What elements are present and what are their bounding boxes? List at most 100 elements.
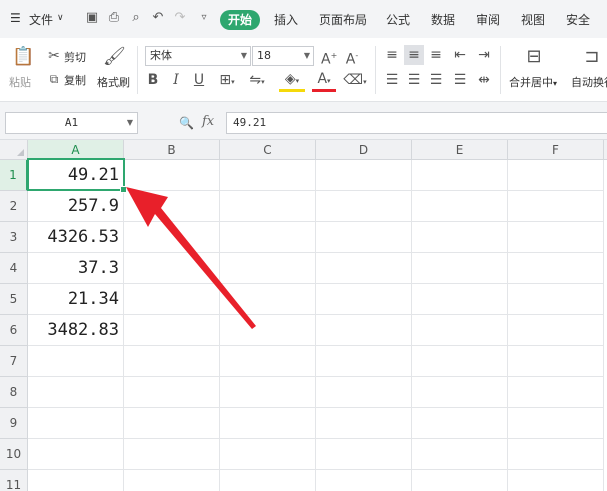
row-header-9[interactable]: 9 xyxy=(0,408,28,439)
cell-b5[interactable] xyxy=(124,284,220,315)
cell-b9[interactable] xyxy=(124,408,220,439)
justify-icon[interactable]: ☰ xyxy=(452,72,468,88)
tab-security[interactable]: 安全 xyxy=(566,11,590,28)
wrap-text-button[interactable]: 自动换行 xyxy=(571,74,607,90)
cell-b6[interactable] xyxy=(124,315,220,346)
name-box[interactable]: A1 ▼ xyxy=(5,112,138,134)
copy-button[interactable]: 复制 xyxy=(64,72,86,88)
cell-b4[interactable] xyxy=(124,253,220,284)
align-middle-icon[interactable]: ≡ xyxy=(404,45,424,65)
cell-d1[interactable] xyxy=(316,160,412,191)
print-preview-icon[interactable]: ⌕ xyxy=(128,10,144,26)
cell-e6[interactable] xyxy=(412,315,508,346)
cell-c2[interactable] xyxy=(220,191,316,222)
column-header-d[interactable]: D xyxy=(316,140,412,160)
file-menu[interactable]: 文件 xyxy=(29,11,53,28)
cell-e2[interactable] xyxy=(412,191,508,222)
wrap-text-icon[interactable]: ⊐ xyxy=(581,46,603,68)
bold-button[interactable]: B xyxy=(146,72,160,88)
underline-button[interactable]: U xyxy=(192,72,206,88)
merge-center-icon[interactable]: ⊟ xyxy=(523,46,545,68)
save-icon[interactable]: ▣ xyxy=(84,10,100,26)
paste-icon[interactable]: 📋 xyxy=(12,46,34,68)
fill-format-icon[interactable]: ⇋▾ xyxy=(245,72,269,90)
cell-b10[interactable] xyxy=(124,439,220,470)
cell-c10[interactable] xyxy=(220,439,316,470)
cell-d9[interactable] xyxy=(316,408,412,439)
decrease-indent-icon[interactable]: ⇤ xyxy=(452,47,468,63)
redo-icon[interactable]: ↷ xyxy=(172,10,188,26)
cell-c11[interactable] xyxy=(220,470,316,491)
align-left-icon[interactable]: ☰ xyxy=(384,72,400,88)
cut-button[interactable]: 剪切 xyxy=(64,49,86,65)
undo-icon[interactable]: ↶ xyxy=(150,10,166,26)
font-name-select[interactable]: 宋体 ▼ xyxy=(145,46,251,66)
format-painter-icon[interactable]: 🖌 xyxy=(103,46,126,68)
cell-f2[interactable] xyxy=(508,191,604,222)
cell-d3[interactable] xyxy=(316,222,412,253)
cell-f7[interactable] xyxy=(508,346,604,377)
fill-color-icon[interactable]: ◈▾ xyxy=(279,71,305,92)
row-header-8[interactable]: 8 xyxy=(0,377,28,408)
cell-e11[interactable] xyxy=(412,470,508,491)
cell-d4[interactable] xyxy=(316,253,412,284)
tab-insert[interactable]: 插入 xyxy=(274,11,298,28)
row-header-6[interactable]: 6 xyxy=(0,315,28,346)
cell-c4[interactable] xyxy=(220,253,316,284)
cell-b7[interactable] xyxy=(124,346,220,377)
cell-b1[interactable] xyxy=(124,160,220,191)
decrease-font-icon[interactable]: A- xyxy=(344,48,360,68)
cell-a2[interactable]: 257.9 xyxy=(28,191,124,222)
zoom-search-icon[interactable]: 🔍 xyxy=(179,116,194,130)
formula-input[interactable]: 49.21 xyxy=(226,112,607,134)
cell-d6[interactable] xyxy=(316,315,412,346)
merge-center-button[interactable]: 合并居中▾ xyxy=(509,74,557,90)
row-header-1[interactable]: 1 xyxy=(0,160,28,191)
cell-c1[interactable] xyxy=(220,160,316,191)
cell-d11[interactable] xyxy=(316,470,412,491)
align-bottom-icon[interactable]: ≡ xyxy=(428,47,444,63)
tab-data[interactable]: 数据 xyxy=(431,11,455,28)
cell-b8[interactable] xyxy=(124,377,220,408)
cell-b3[interactable] xyxy=(124,222,220,253)
row-header-10[interactable]: 10 xyxy=(0,439,28,470)
customize-icon[interactable]: ▿ xyxy=(196,10,212,26)
increase-font-icon[interactable]: A+ xyxy=(321,48,337,68)
cell-a1[interactable]: 49.21 xyxy=(28,160,124,191)
tab-view[interactable]: 视图 xyxy=(521,11,545,28)
cut-icon[interactable]: ✂ xyxy=(47,48,61,64)
row-header-4[interactable]: 4 xyxy=(0,253,28,284)
cell-c3[interactable] xyxy=(220,222,316,253)
borders-icon[interactable]: ⊞▾ xyxy=(216,72,238,90)
font-size-select[interactable]: 18 ▼ xyxy=(252,46,314,66)
clear-format-icon[interactable]: ⌫▾ xyxy=(343,72,367,90)
row-header-2[interactable]: 2 xyxy=(0,191,28,222)
cell-c9[interactable] xyxy=(220,408,316,439)
cell-d5[interactable] xyxy=(316,284,412,315)
cell-a9[interactable] xyxy=(28,408,124,439)
cell-b11[interactable] xyxy=(124,470,220,491)
cell-a8[interactable] xyxy=(28,377,124,408)
cell-e8[interactable] xyxy=(412,377,508,408)
cell-f4[interactable] xyxy=(508,253,604,284)
increase-indent-icon[interactable]: ⇥ xyxy=(476,47,492,63)
font-color-icon[interactable]: A▾ xyxy=(312,71,336,92)
cell-e1[interactable] xyxy=(412,160,508,191)
cell-e5[interactable] xyxy=(412,284,508,315)
align-top-icon[interactable]: ≡ xyxy=(384,47,400,63)
cell-c5[interactable] xyxy=(220,284,316,315)
column-header-b[interactable]: B xyxy=(124,140,220,160)
italic-button[interactable]: I xyxy=(169,72,183,88)
tab-start[interactable]: 开始 xyxy=(220,10,260,30)
cell-c8[interactable] xyxy=(220,377,316,408)
cell-c6[interactable] xyxy=(220,315,316,346)
cell-e3[interactable] xyxy=(412,222,508,253)
cell-e4[interactable] xyxy=(412,253,508,284)
cell-f11[interactable] xyxy=(508,470,604,491)
copy-icon[interactable]: ⧉ xyxy=(47,71,61,87)
format-painter-button[interactable]: 格式刷 xyxy=(97,74,130,90)
cell-a11[interactable] xyxy=(28,470,124,491)
row-header-5[interactable]: 5 xyxy=(0,284,28,315)
cell-f3[interactable] xyxy=(508,222,604,253)
chevron-down-icon[interactable]: ▼ xyxy=(127,113,133,133)
